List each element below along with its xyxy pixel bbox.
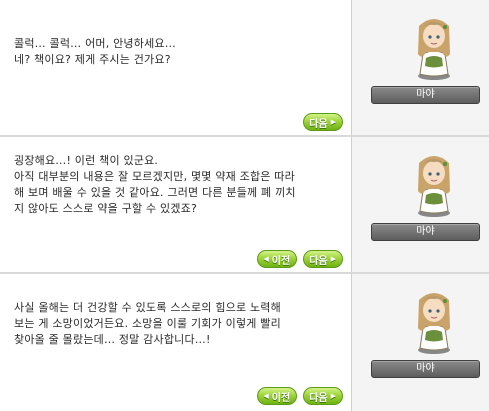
dialogue-panel-1: 콜럭… 콜럭… 어머, 안녕하세요… 네? 책이요? 제게 주시는 건가요? 다… [0,0,489,137]
next-button[interactable]: 다음 ▶ [303,250,343,268]
next-label: 다음 [309,255,328,267]
dialogue-text: 사실 올해는 더 건강할 수 있도록 스스로의 힘으로 노력해 보는 게 소망이… [14,301,281,346]
next-button[interactable]: 다음 ▶ [303,387,343,405]
prev-button[interactable]: ◀ 이전 [257,250,298,268]
npc-nameplate: 마야 [371,86,480,104]
next-label: 다음 [309,392,328,404]
dialogue-panel-3: 사실 올해는 더 건강할 수 있도록 스스로의 힘으로 노력해 보는 게 소망이… [0,274,489,411]
prev-button[interactable]: ◀ 이전 [257,387,298,405]
button-row: ◀ 이전 다음 ▶ [257,387,343,405]
npc-nameplate: 마야 [371,223,480,241]
npc-portrait-icon [418,293,450,354]
prev-label: 이전 [271,392,291,404]
right-arrow-icon: ▶ [330,391,336,400]
dialogue-text: 콜럭… 콜럭… 어머, 안녕하세요… 네? 책이요? 제게 주시는 건가요? [14,37,176,66]
right-arrow-icon: ▶ [330,254,336,263]
button-row: 다음 ▶ [303,113,343,131]
left-arrow-icon: ◀ [263,254,269,263]
left-arrow-icon: ◀ [263,391,269,400]
next-button[interactable]: 다음 ▶ [303,113,343,131]
dialogue-text: 굉장해요…! 이런 책이 있군요. 아직 대부분의 내용은 잘 모르겠지만, 몇… [14,154,296,215]
npc-portrait-icon [418,19,450,80]
button-row: ◀ 이전 다음 ▶ [257,250,343,268]
right-arrow-icon: ▶ [330,117,336,126]
prev-label: 이전 [271,255,291,267]
next-label: 다음 [309,118,328,130]
npc-portrait-icon [418,156,450,217]
npc-nameplate: 마야 [371,360,480,378]
dialogue-panel-2: 굉장해요…! 이런 책이 있군요. 아직 대부분의 내용은 잘 모르겠지만, 몇… [0,137,489,274]
